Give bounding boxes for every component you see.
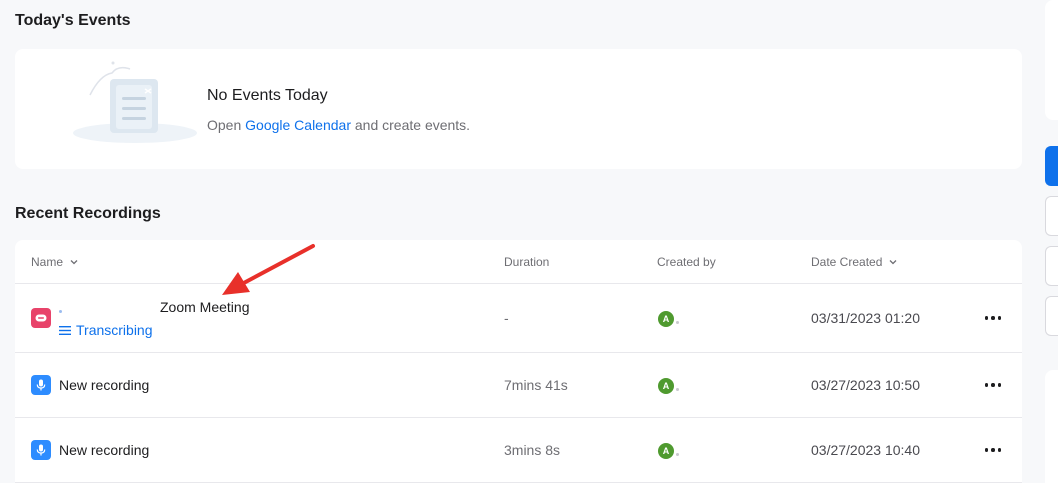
table-header: Name Duration Created by Date Created (15, 240, 1022, 284)
no-events-headline: No Events Today (207, 87, 328, 104)
recordings-table: Name Duration Created by Date Created Zo… (15, 240, 1022, 483)
right-primary-button[interactable] (1045, 146, 1058, 186)
events-sub-prefix: Open (207, 117, 246, 133)
right-button[interactable] (1045, 246, 1058, 286)
avatar: A (658, 311, 674, 327)
events-card: No Events Today Open Google Calendar and… (15, 49, 1022, 169)
recording-name[interactable]: New recording (59, 377, 149, 393)
column-created-by: Created by (657, 255, 716, 269)
chevron-down-icon (70, 260, 78, 265)
chevron-down-icon (889, 260, 897, 265)
zoom-meeting-icon (31, 308, 51, 328)
duration-value: 3mins 8s (504, 442, 561, 458)
more-options-button[interactable] (982, 440, 1004, 460)
todays-events-title: Today's Events (15, 12, 131, 29)
microphone-icon (31, 440, 51, 460)
home-page: Today's Events No Events Today Open Goog… (0, 0, 1058, 483)
right-panel (1045, 370, 1058, 483)
more-options-button[interactable] (982, 375, 1004, 395)
column-name[interactable]: Name (31, 255, 79, 269)
transcribing-status[interactable]: Transcribing (59, 322, 153, 338)
column-name-label: Name (31, 255, 64, 269)
microphone-icon (31, 375, 51, 395)
transcribing-label: Transcribing (76, 322, 153, 338)
recent-recordings-title: Recent Recordings (15, 205, 161, 222)
redacted-mark (59, 310, 62, 313)
redacted-creator (676, 321, 679, 324)
avatar: A (658, 378, 674, 394)
duration-value: - (504, 310, 509, 326)
table-row[interactable]: Zoom Meeting Transcribing - A 03/31/2023… (15, 284, 1022, 353)
date-created-value: 03/27/2023 10:50 (811, 377, 920, 393)
date-created-value: 03/27/2023 10:40 (811, 442, 920, 458)
duration-value: 7mins 41s (504, 377, 568, 393)
right-panel (1045, 0, 1058, 120)
more-options-button[interactable] (982, 308, 1004, 328)
empty-calendar-illustration (73, 61, 197, 143)
events-subtext: Open Google Calendar and create events. (207, 117, 470, 133)
date-created-value: 03/31/2023 01:20 (811, 310, 920, 326)
recording-name[interactable]: New recording (59, 442, 149, 458)
table-row[interactable]: New recording 7mins 41s A 03/27/2023 10:… (15, 353, 1022, 418)
avatar: A (658, 443, 674, 459)
google-calendar-link[interactable]: Google Calendar (245, 117, 351, 133)
list-icon (59, 325, 71, 335)
column-duration: Duration (504, 255, 550, 269)
right-button[interactable] (1045, 296, 1058, 336)
events-sub-suffix: and create events. (351, 117, 471, 133)
column-date-created[interactable]: Date Created (811, 255, 898, 269)
redacted-name (59, 302, 159, 316)
recording-name[interactable]: Zoom Meeting (160, 299, 249, 315)
redacted-creator (676, 388, 679, 391)
table-row[interactable]: New recording 3mins 8s A 03/27/2023 10:4… (15, 418, 1022, 483)
redacted-creator (676, 453, 679, 456)
column-date-created-label: Date Created (811, 255, 883, 269)
right-button[interactable] (1045, 196, 1058, 236)
